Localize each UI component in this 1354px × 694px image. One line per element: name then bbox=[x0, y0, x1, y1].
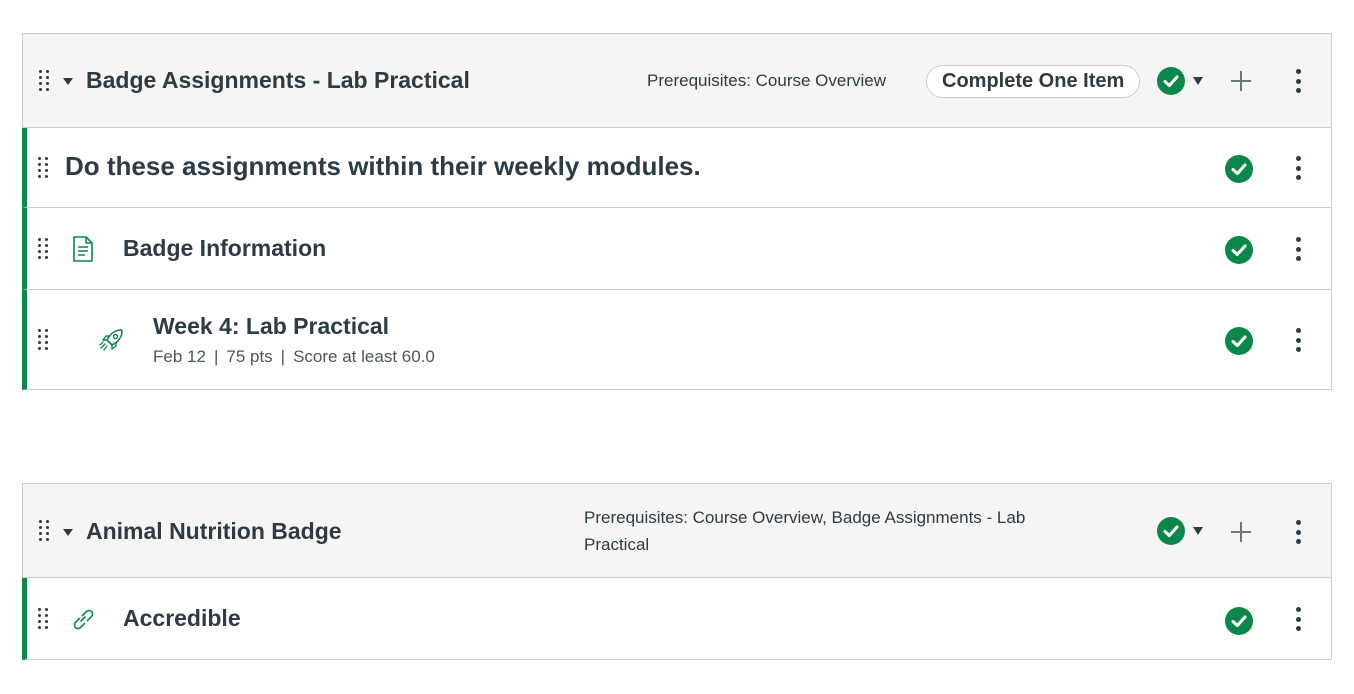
publish-menu-caret-icon[interactable] bbox=[1193, 527, 1203, 535]
module-animal-nutrition-badge: Animal Nutrition Badge Prerequisites: Co… bbox=[22, 483, 1332, 660]
item-title: Do these assignments within their weekly… bbox=[65, 151, 701, 181]
publish-menu-caret-icon[interactable] bbox=[1193, 77, 1203, 85]
item-options-icon[interactable] bbox=[1295, 156, 1301, 180]
published-check-icon[interactable] bbox=[1157, 517, 1185, 545]
separator: | bbox=[213, 347, 219, 366]
module-item-subheader[interactable]: Do these assignments within their weekly… bbox=[22, 128, 1332, 208]
published-check-icon[interactable] bbox=[1225, 607, 1253, 635]
due-date: Feb 12 bbox=[153, 347, 206, 366]
prerequisites-line: Practical bbox=[584, 535, 650, 554]
drag-handle-icon[interactable] bbox=[39, 520, 49, 542]
item-title[interactable]: Week 4: Lab Practical bbox=[153, 313, 389, 340]
drag-handle-icon[interactable] bbox=[38, 608, 48, 630]
module-prerequisites: Prerequisites: Course Overview, Badge As… bbox=[584, 504, 1025, 558]
link-icon bbox=[70, 606, 96, 637]
add-item-icon[interactable] bbox=[1231, 522, 1251, 542]
collapse-caret-icon[interactable] bbox=[63, 529, 73, 536]
completion-requirement: Score at least 60.0 bbox=[293, 347, 435, 366]
item-meta: Feb 12 | 75 pts | Score at least 60.0 bbox=[153, 347, 435, 367]
drag-handle-icon[interactable] bbox=[38, 157, 48, 179]
module-title: Badge Assignments - Lab Practical bbox=[86, 67, 470, 93]
rocket-icon bbox=[99, 327, 125, 358]
document-icon bbox=[72, 236, 94, 267]
published-check-icon[interactable] bbox=[1225, 236, 1253, 264]
requirement-pill[interactable]: Complete One Item bbox=[926, 65, 1141, 98]
module-badge-assignments: Badge Assignments - Lab Practical Prereq… bbox=[22, 33, 1332, 390]
prerequisites-line: Prerequisites: Course Overview, Badge As… bbox=[584, 508, 1026, 527]
module-item-assignment[interactable]: Week 4: Lab Practical Feb 12 | 75 pts | Scor… bbox=[22, 290, 1332, 390]
module-options-icon[interactable] bbox=[1295, 69, 1301, 93]
published-check-icon[interactable] bbox=[1225, 327, 1253, 355]
published-check-icon[interactable] bbox=[1225, 155, 1253, 183]
collapse-caret-icon[interactable] bbox=[63, 78, 73, 85]
item-options-icon[interactable] bbox=[1295, 607, 1301, 631]
module-title: Animal Nutrition Badge bbox=[86, 518, 342, 544]
item-title[interactable]: Badge Information bbox=[123, 235, 326, 262]
module-header[interactable]: Badge Assignments - Lab Practical Prereq… bbox=[22, 33, 1332, 128]
module-item-page[interactable]: Badge Information bbox=[22, 208, 1332, 290]
add-item-icon[interactable] bbox=[1231, 71, 1251, 91]
points: 75 pts bbox=[226, 347, 273, 366]
drag-handle-icon[interactable] bbox=[39, 70, 49, 92]
module-prerequisites: Prerequisites: Course Overview bbox=[647, 71, 887, 90]
item-options-icon[interactable] bbox=[1295, 328, 1301, 352]
published-check-icon[interactable] bbox=[1157, 67, 1185, 95]
item-options-icon[interactable] bbox=[1295, 237, 1301, 261]
drag-handle-icon[interactable] bbox=[38, 238, 48, 260]
module-header[interactable]: Animal Nutrition Badge Prerequisites: Co… bbox=[22, 483, 1332, 578]
module-options-icon[interactable] bbox=[1295, 520, 1301, 544]
separator: | bbox=[280, 347, 286, 366]
drag-handle-icon[interactable] bbox=[38, 329, 48, 351]
module-item-link[interactable]: Accredible bbox=[22, 578, 1332, 660]
item-title[interactable]: Accredible bbox=[123, 605, 241, 632]
